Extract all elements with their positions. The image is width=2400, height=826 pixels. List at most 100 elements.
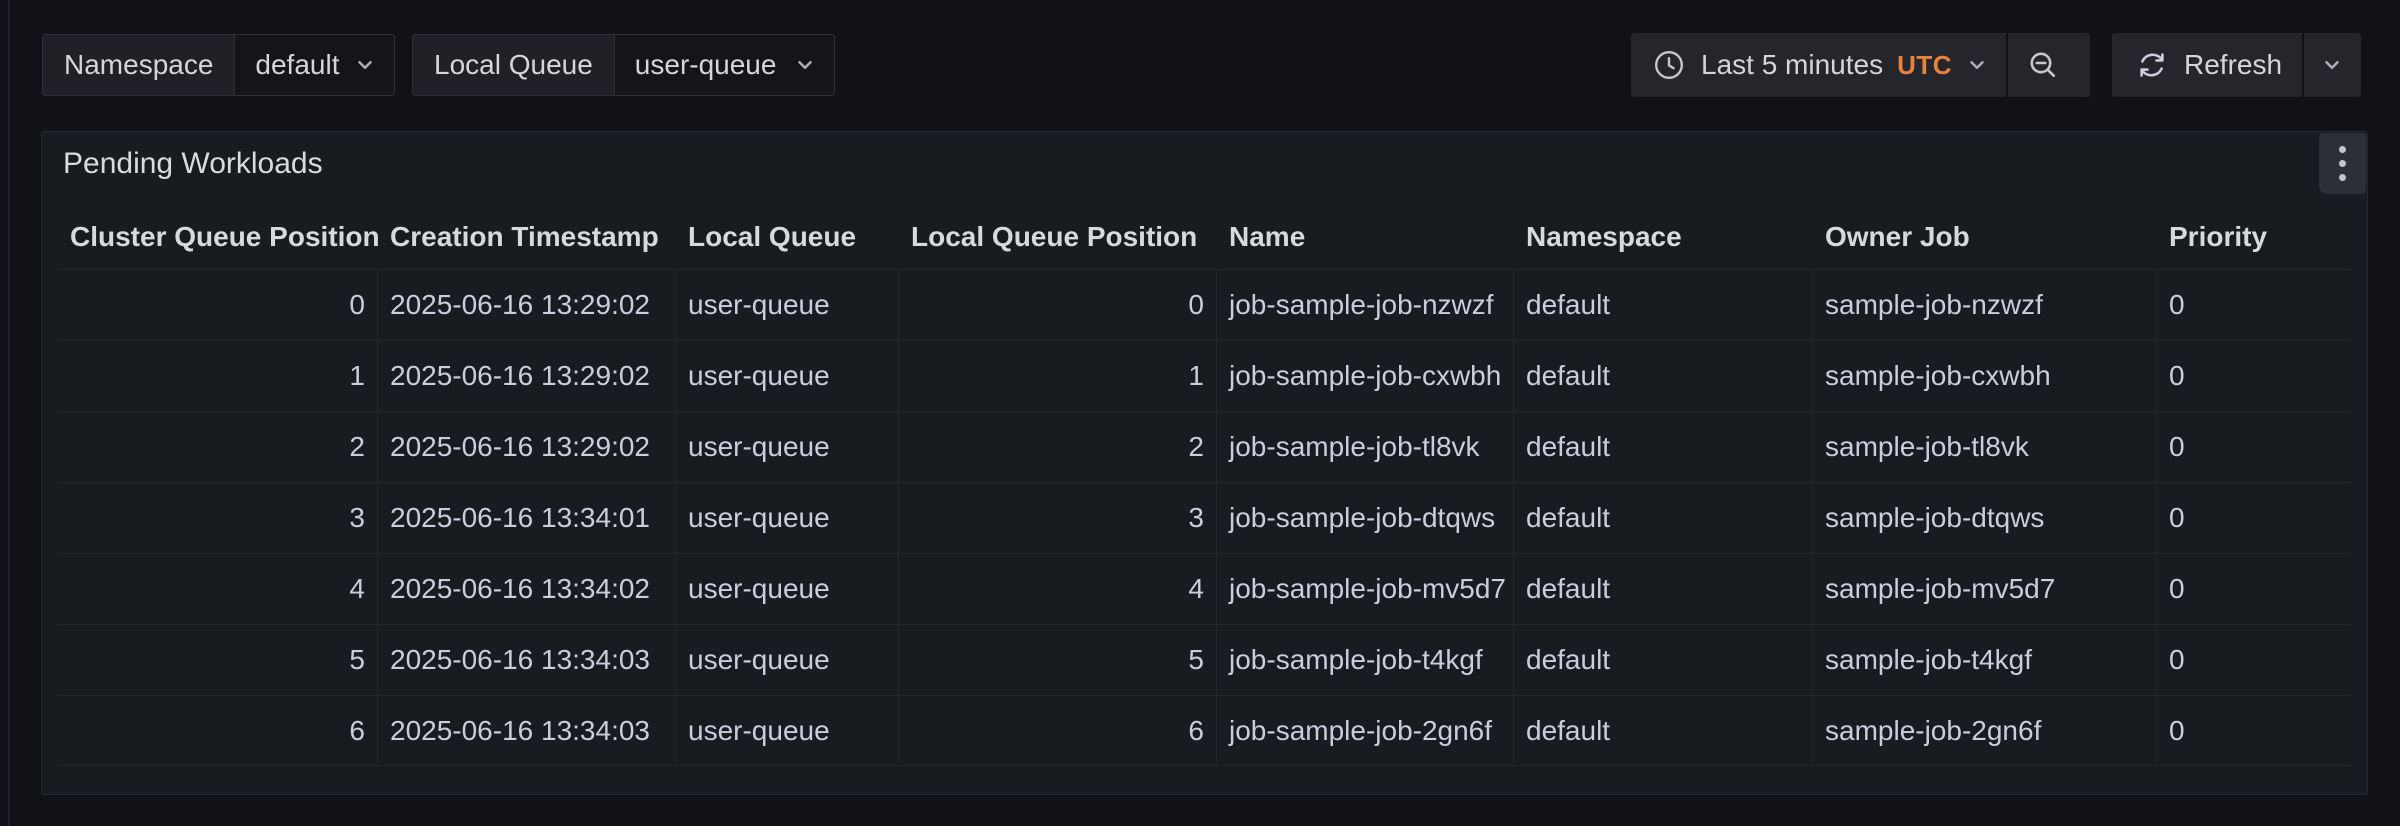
- table-cell: 0: [899, 270, 1217, 340]
- table-row: 32025-06-16 13:34:01user-queue3job-sampl…: [58, 482, 2351, 553]
- table-cell: 2025-06-16 13:29:02: [378, 412, 676, 482]
- header-cell-namespace[interactable]: Namespace: [1514, 204, 1813, 269]
- table-cell: 0: [2157, 412, 2351, 482]
- table-cell: default: [1514, 554, 1813, 624]
- table-row: 02025-06-16 13:29:02user-queue0job-sampl…: [58, 269, 2351, 340]
- table-cell: 4: [899, 554, 1217, 624]
- time-range-picker-button[interactable]: Last 5 minutes UTC: [1631, 33, 2006, 97]
- table-cell: user-queue: [676, 483, 899, 553]
- table-cell: job-sample-job-2gn6f: [1217, 696, 1514, 765]
- time-range-label: Last 5 minutes: [1701, 49, 1883, 81]
- namespace-selected-value: default: [255, 49, 339, 81]
- table-cell: 2: [899, 412, 1217, 482]
- table-cell: 0: [2157, 625, 2351, 695]
- table-cell: sample-job-mv5d7: [1813, 554, 2157, 624]
- table-row: 52025-06-16 13:34:03user-queue5job-sampl…: [58, 624, 2351, 695]
- table-cell: default: [1514, 412, 1813, 482]
- header-cell-local-queue[interactable]: Local Queue: [676, 204, 899, 269]
- table-cell: job-sample-job-nzwzf: [1217, 270, 1514, 340]
- header-cell-creation-timestamp[interactable]: Creation Timestamp: [378, 204, 676, 269]
- table-cell: 3: [58, 483, 378, 553]
- table-cell: 1: [58, 341, 378, 411]
- table-cell: 0: [2157, 554, 2351, 624]
- table-body: 02025-06-16 13:29:02user-queue0job-sampl…: [58, 269, 2351, 766]
- table-cell: 2025-06-16 13:34:01: [378, 483, 676, 553]
- table-cell: user-queue: [676, 554, 899, 624]
- table-row: 22025-06-16 13:29:02user-queue2job-sampl…: [58, 411, 2351, 482]
- table-cell: default: [1514, 483, 1813, 553]
- namespace-picker-value[interactable]: default: [235, 35, 394, 95]
- chevron-down-icon: [794, 54, 816, 76]
- refresh-button[interactable]: Refresh: [2112, 33, 2302, 97]
- table-cell: 5: [899, 625, 1217, 695]
- refresh-group: Refresh: [2112, 33, 2361, 97]
- table-cell: job-sample-job-t4kgf: [1217, 625, 1514, 695]
- table-cell: 2025-06-16 13:34:03: [378, 625, 676, 695]
- local-queue-picker-value[interactable]: user-queue: [615, 35, 834, 95]
- magnifier-minus-icon: [2027, 49, 2059, 81]
- table-cell: 4: [58, 554, 378, 624]
- header-cell-name[interactable]: Name: [1217, 204, 1514, 269]
- table-cell: user-queue: [676, 270, 899, 340]
- table-cell: default: [1514, 270, 1813, 340]
- time-controls-group: Last 5 minutes UTC: [1631, 33, 2090, 97]
- header-cell-owner-job[interactable]: Owner Job: [1813, 204, 2157, 269]
- table-cell: user-queue: [676, 625, 899, 695]
- table-cell: sample-job-t4kgf: [1813, 625, 2157, 695]
- namespace-picker-label: Namespace: [43, 35, 235, 95]
- chevron-down-icon: [2321, 54, 2343, 76]
- table-cell: job-sample-job-dtqws: [1217, 483, 1514, 553]
- table-cell: 2025-06-16 13:34:03: [378, 696, 676, 765]
- table-cell: default: [1514, 341, 1813, 411]
- table-cell: sample-job-cxwbh: [1813, 341, 2157, 411]
- local-queue-picker[interactable]: Local Queue user-queue: [412, 34, 835, 96]
- table-row: 62025-06-16 13:34:03user-queue6job-sampl…: [58, 695, 2351, 766]
- header-cell-cluster-queue-position[interactable]: Cluster Queue Position: [58, 204, 378, 269]
- table-cell: 2025-06-16 13:34:02: [378, 554, 676, 624]
- viewport-left-edge: [8, 0, 10, 826]
- table-cell: 0: [2157, 696, 2351, 765]
- table-header-row: Cluster Queue PositionCreation Timestamp…: [58, 204, 2351, 269]
- pending-workloads-table: Cluster Queue PositionCreation Timestamp…: [58, 204, 2351, 766]
- table-cell: 0: [2157, 270, 2351, 340]
- table-cell: 3: [899, 483, 1217, 553]
- refresh-icon: [2136, 49, 2168, 81]
- timezone-badge: UTC: [1897, 50, 1952, 81]
- table-cell: 1: [899, 341, 1217, 411]
- table-cell: sample-job-nzwzf: [1813, 270, 2157, 340]
- table-cell: default: [1514, 696, 1813, 765]
- table-cell: sample-job-2gn6f: [1813, 696, 2157, 765]
- local-queue-selected-value: user-queue: [635, 49, 777, 81]
- local-queue-picker-label: Local Queue: [413, 35, 615, 95]
- zoom-out-button[interactable]: [2008, 33, 2077, 97]
- namespace-picker[interactable]: Namespace default: [42, 34, 395, 96]
- header-cell-local-queue-position[interactable]: Local Queue Position: [899, 204, 1217, 269]
- table-cell: sample-job-dtqws: [1813, 483, 2157, 553]
- table-cell: 0: [58, 270, 378, 340]
- table-cell: sample-job-tl8vk: [1813, 412, 2157, 482]
- table-cell: job-sample-job-cxwbh: [1217, 341, 1514, 411]
- kebab-icon: [2339, 146, 2346, 181]
- table-cell: default: [1514, 625, 1813, 695]
- table-cell: user-queue: [676, 696, 899, 765]
- table-cell: 5: [58, 625, 378, 695]
- table-row: 12025-06-16 13:29:02user-queue1job-sampl…: [58, 340, 2351, 411]
- table-cell: user-queue: [676, 341, 899, 411]
- table-row: 42025-06-16 13:34:02user-queue4job-sampl…: [58, 553, 2351, 624]
- refresh-interval-dropdown-button[interactable]: [2304, 33, 2361, 97]
- table-cell: user-queue: [676, 412, 899, 482]
- panel-menu-button[interactable]: [2319, 133, 2366, 194]
- table-cell: 6: [899, 696, 1217, 765]
- dashboard: Namespace default Local Queue user-queue…: [0, 0, 2400, 826]
- table-cell: 2: [58, 412, 378, 482]
- pending-workloads-panel: Pending Workloads Cluster Queue Position…: [41, 131, 2368, 795]
- chevron-down-icon: [1966, 54, 1988, 76]
- header-cell-priority[interactable]: Priority: [2157, 204, 2351, 269]
- table-cell: 0: [2157, 483, 2351, 553]
- table-cell: job-sample-job-mv5d7: [1217, 554, 1514, 624]
- table-cell: 6: [58, 696, 378, 765]
- clock-icon: [1653, 49, 1685, 81]
- table-cell: 2025-06-16 13:29:02: [378, 341, 676, 411]
- table-cell: 2025-06-16 13:29:02: [378, 270, 676, 340]
- table-cell: 0: [2157, 341, 2351, 411]
